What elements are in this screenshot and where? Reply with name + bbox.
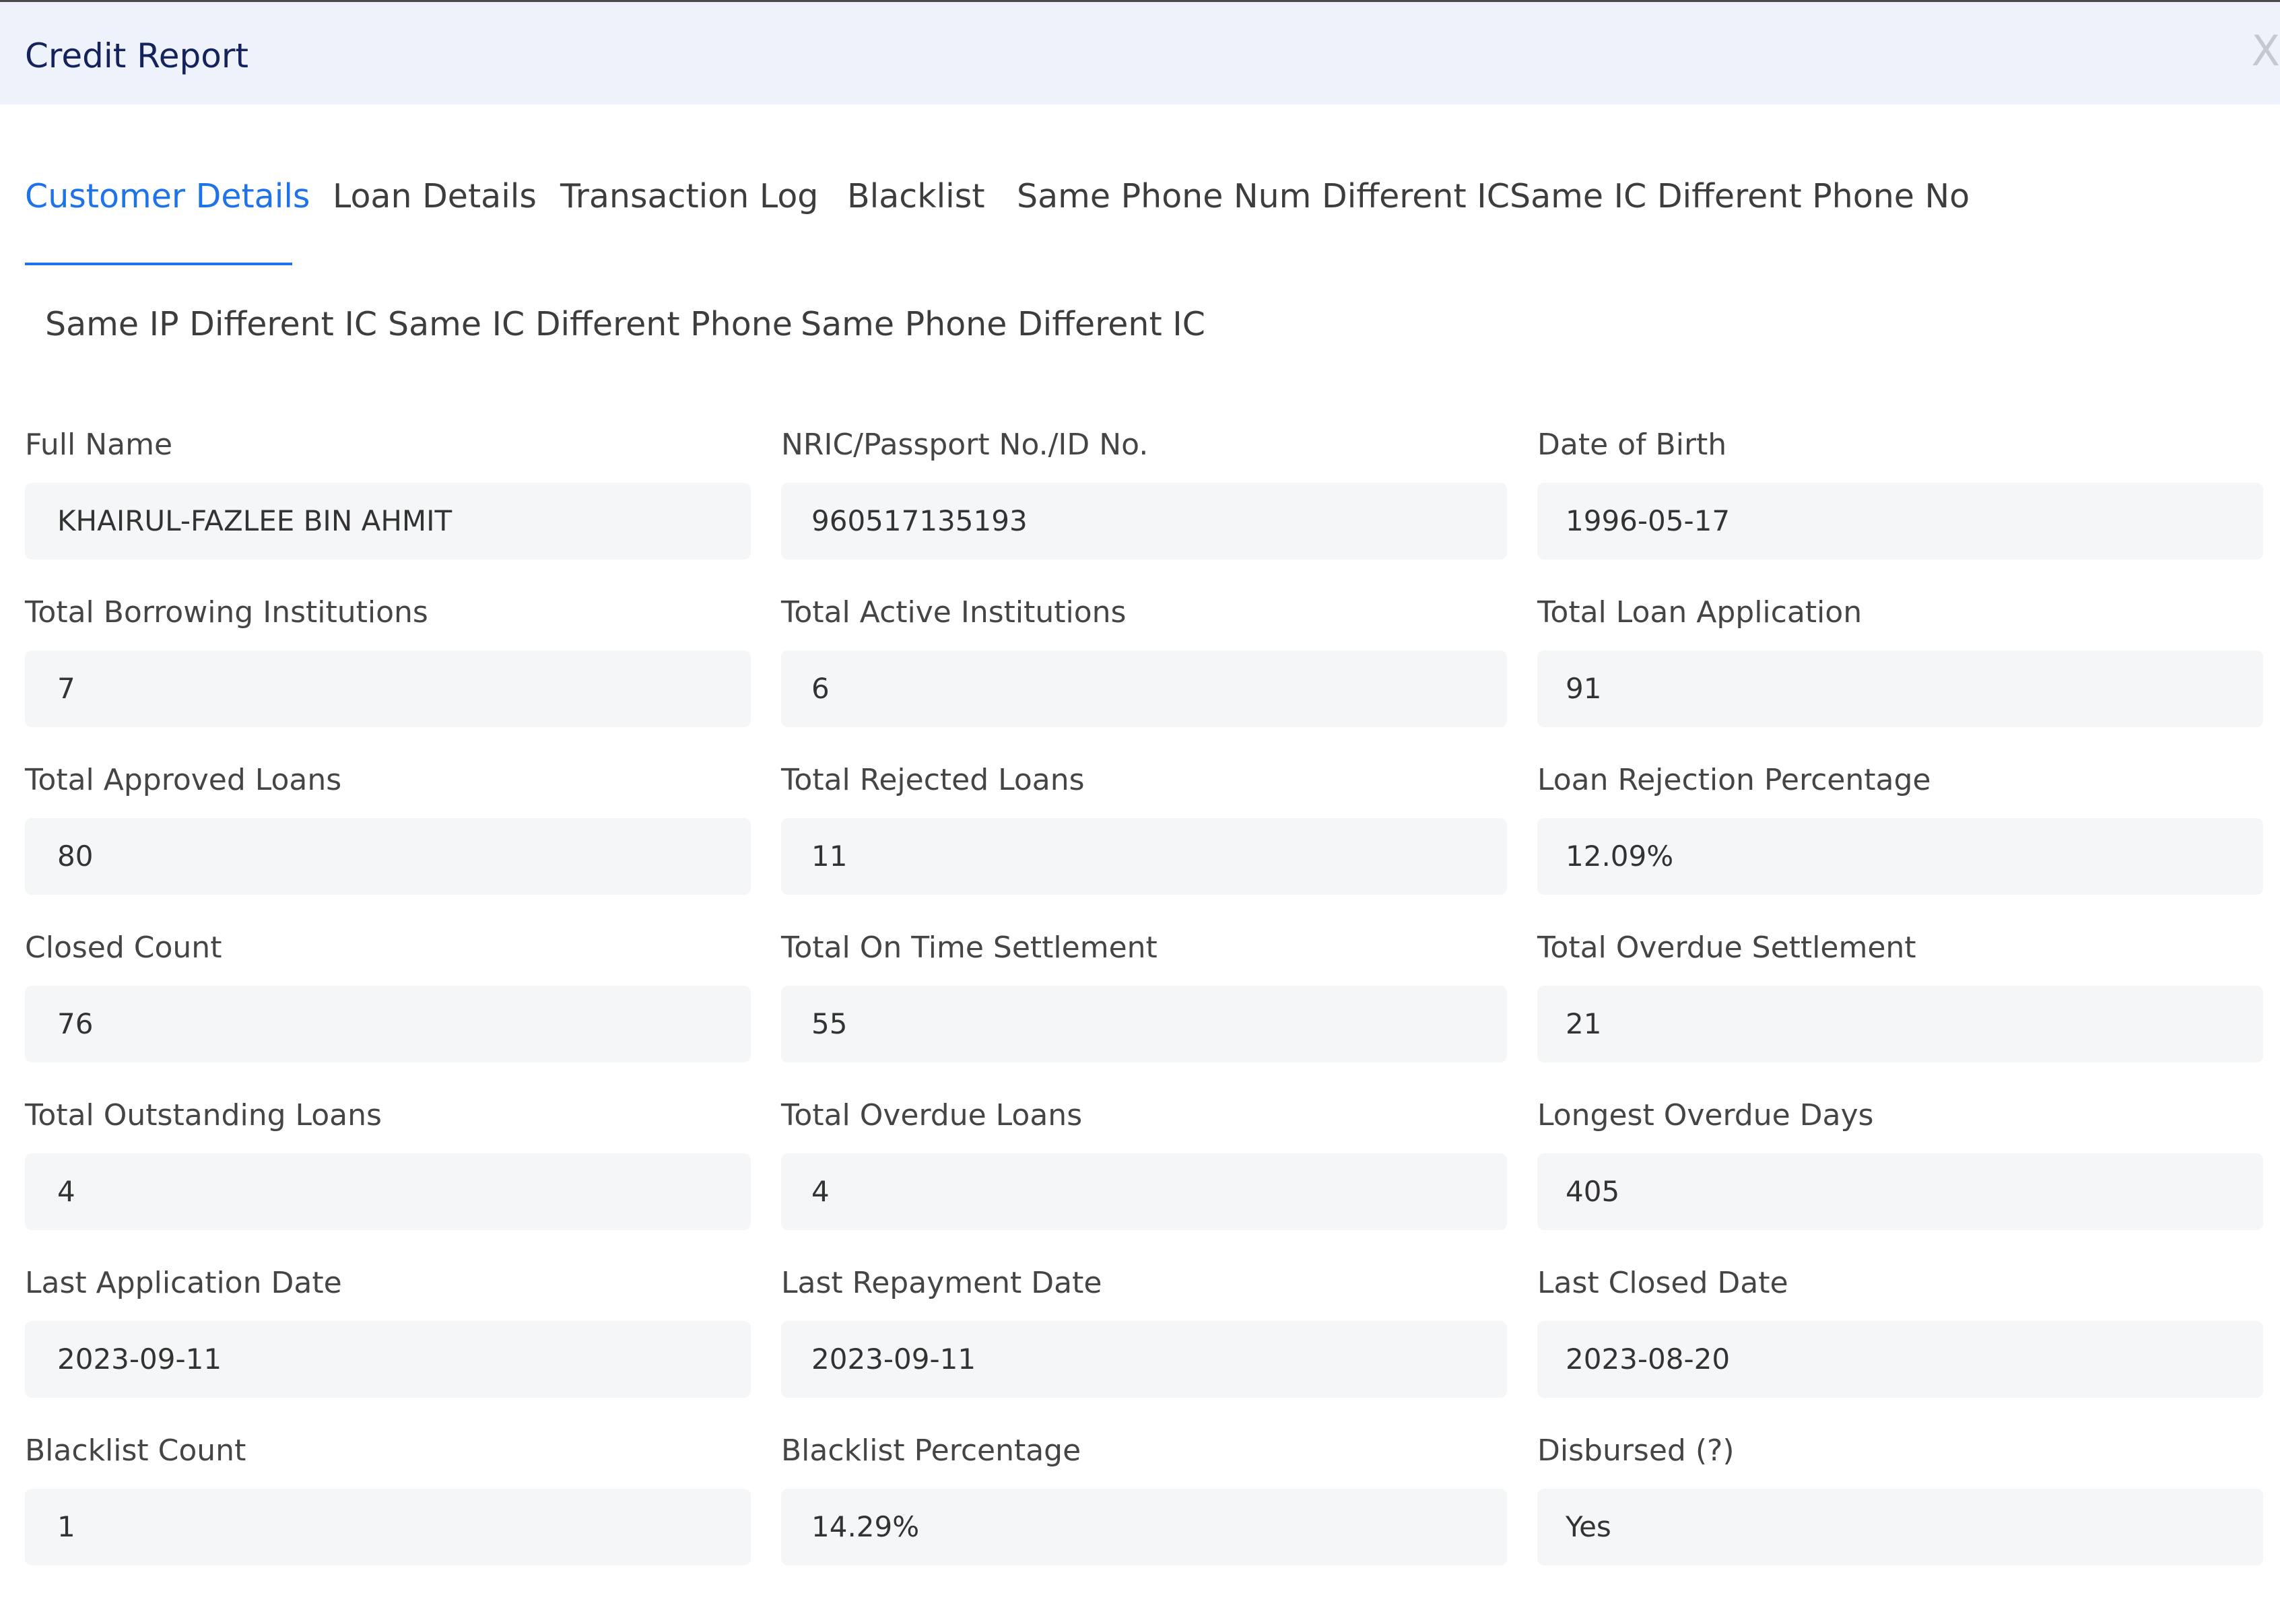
loan-rejection-percentage-label: Loan Rejection Percentage <box>1537 763 1931 797</box>
credit-report-modal: Credit Report X Customer Details Loan De… <box>0 0 2280 1624</box>
modal-title: Credit Report <box>25 36 249 75</box>
total-rejected-loans-field[interactable]: 11 <box>781 818 1507 895</box>
total-outstanding-loans-field[interactable]: 4 <box>25 1153 751 1230</box>
total-loan-application-label: Total Loan Application <box>1537 595 1863 630</box>
tab-customer-details[interactable]: Customer Details <box>25 176 310 217</box>
last-application-date-label: Last Application Date <box>25 1266 342 1300</box>
tab-same-ic-different-phone-no[interactable]: Same IC Different Phone No <box>1510 176 1970 217</box>
longest-overdue-days-label: Longest Overdue Days <box>1537 1098 1874 1132</box>
blacklist-count-field[interactable]: 1 <box>25 1489 751 1565</box>
total-borrowing-institutions-label: Total Borrowing Institutions <box>25 595 428 630</box>
closed-count-field[interactable]: 76 <box>25 986 751 1062</box>
tab-same-phone-different-ic[interactable]: Same Phone Different IC <box>801 304 1205 345</box>
total-borrowing-institutions-field[interactable]: 7 <box>25 650 751 727</box>
tab-transaction-log[interactable]: Transaction Log <box>560 176 818 217</box>
blacklist-count-label: Blacklist Count <box>25 1433 246 1468</box>
total-on-time-settlement-label: Total On Time Settlement <box>781 931 1158 965</box>
date-of-birth-field[interactable]: 1996-05-17 <box>1537 483 2263 560</box>
total-overdue-loans-field[interactable]: 4 <box>781 1153 1507 1230</box>
total-loan-application-field[interactable]: 91 <box>1537 650 2263 727</box>
modal-header: Credit Report X <box>0 0 2280 104</box>
total-overdue-loans-label: Total Overdue Loans <box>781 1098 1083 1132</box>
total-approved-loans-field[interactable]: 80 <box>25 818 751 895</box>
total-outstanding-loans-label: Total Outstanding Loans <box>25 1098 382 1132</box>
last-closed-date-label: Last Closed Date <box>1537 1266 1788 1300</box>
active-tab-indicator <box>25 263 292 265</box>
total-active-institutions-field[interactable]: 6 <box>781 650 1507 727</box>
last-closed-date-field[interactable]: 2023-08-20 <box>1537 1321 2263 1398</box>
total-rejected-loans-label: Total Rejected Loans <box>781 763 1085 797</box>
disbursed-field[interactable]: Yes <box>1537 1489 2263 1565</box>
full-name-label: Full Name <box>25 428 173 462</box>
blacklist-percentage-field[interactable]: 14.29% <box>781 1489 1507 1565</box>
longest-overdue-days-field[interactable]: 405 <box>1537 1153 2263 1230</box>
total-approved-loans-label: Total Approved Loans <box>25 763 342 797</box>
closed-count-label: Closed Count <box>25 931 222 965</box>
total-active-institutions-label: Total Active Institutions <box>781 595 1127 630</box>
tab-blacklist[interactable]: Blacklist <box>847 176 985 217</box>
tab-same-ic-different-phone[interactable]: Same IC Different Phone <box>388 304 793 345</box>
id-number-field[interactable]: 960517135193 <box>781 483 1507 560</box>
date-of-birth-label: Date of Birth <box>1537 428 1727 462</box>
total-overdue-settlement-field[interactable]: 21 <box>1537 986 2263 1062</box>
total-overdue-settlement-label: Total Overdue Settlement <box>1537 931 1916 965</box>
full-name-field[interactable]: KHAIRUL-FAZLEE BIN AHMIT <box>25 483 751 560</box>
tab-loan-details[interactable]: Loan Details <box>333 176 537 217</box>
last-repayment-date-label: Last Repayment Date <box>781 1266 1102 1300</box>
loan-rejection-percentage-field[interactable]: 12.09% <box>1537 818 2263 895</box>
tab-same-phone-num-different-ic[interactable]: Same Phone Num Different IC <box>1017 176 1510 217</box>
last-repayment-date-field[interactable]: 2023-09-11 <box>781 1321 1507 1398</box>
tab-same-ip-different-ic[interactable]: Same IP Different IC <box>45 304 377 345</box>
close-button[interactable]: X <box>2240 28 2280 75</box>
last-application-date-field[interactable]: 2023-09-11 <box>25 1321 751 1398</box>
disbursed-label: Disbursed (?) <box>1537 1433 1735 1468</box>
total-on-time-settlement-field[interactable]: 55 <box>781 986 1507 1062</box>
blacklist-percentage-label: Blacklist Percentage <box>781 1433 1081 1468</box>
id-number-label: NRIC/Passport No./ID No. <box>781 428 1149 462</box>
